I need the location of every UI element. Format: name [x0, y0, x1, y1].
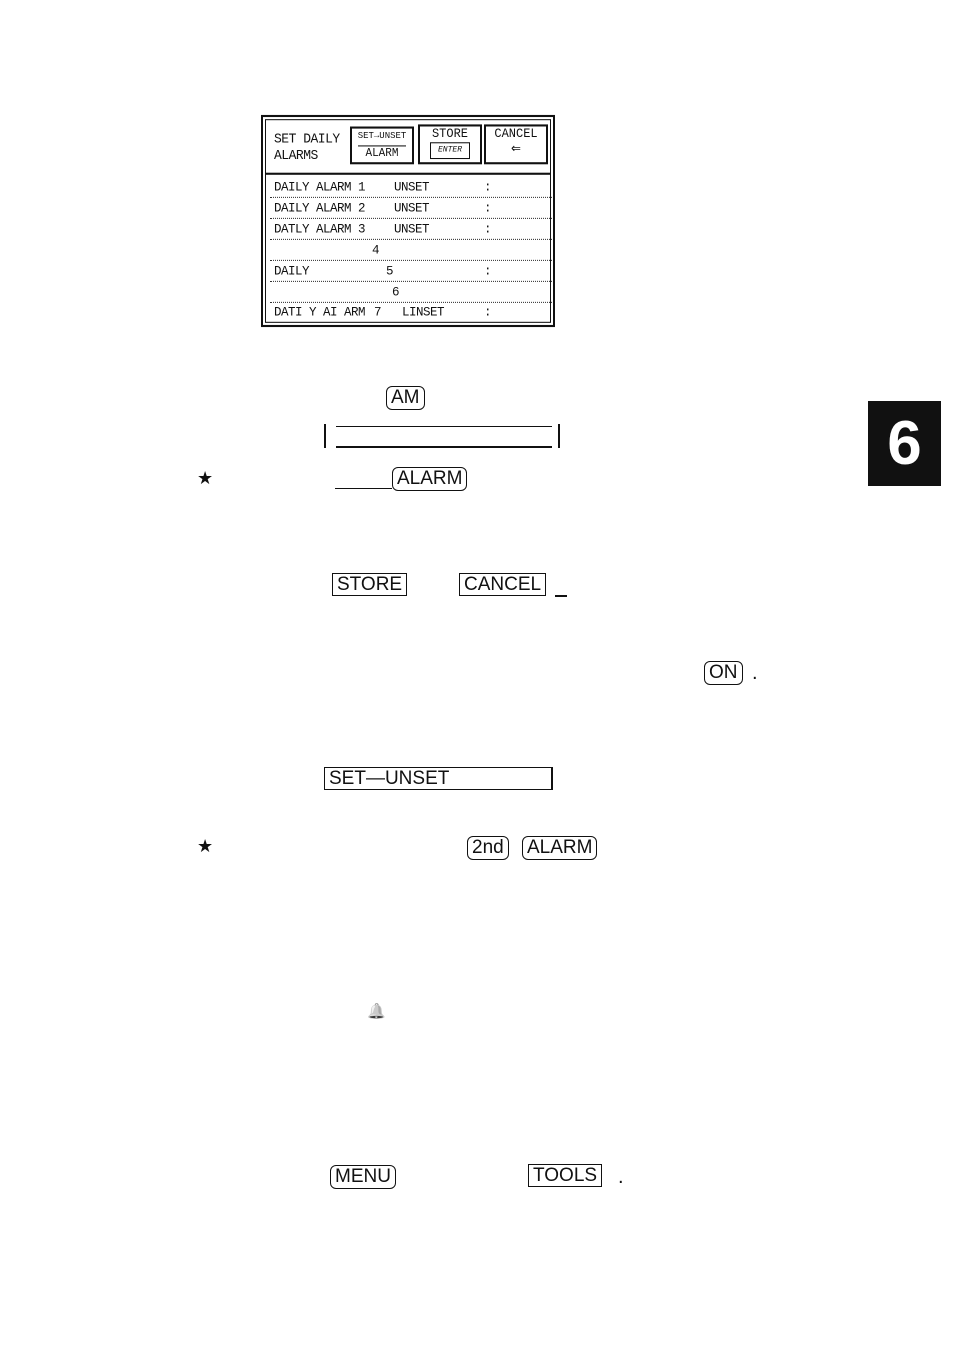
on-key: ON — [704, 661, 743, 685]
alarm-label: ALARM — [358, 145, 406, 161]
row-name: DATLY ALARM 3 — [274, 222, 366, 237]
set-unset-label: SET→UNSET — [357, 130, 407, 142]
title-line2: ALARMS — [274, 147, 318, 164]
alarm-row-3[interactable]: DATLY ALARM 3 UNSET: — [270, 220, 552, 240]
row-num: 4 — [372, 243, 380, 258]
row-time: : — [484, 180, 492, 195]
cancel-touch-key[interactable]: CANCEL ⇐ — [484, 124, 548, 165]
store-touch-key[interactable]: STORE ENTER — [418, 124, 482, 165]
blank-box — [324, 424, 560, 448]
alarm-row-1[interactable]: DAILY ALARM 1 UNSET: — [270, 178, 552, 198]
menu-key: MENU — [330, 1165, 396, 1189]
second-key: 2nd — [467, 836, 509, 860]
manual-page: SET DAILY ALARMS SET→UNSET ALARM STORE E… — [0, 0, 954, 1348]
row-name: DAILY ALARM 1 — [274, 180, 366, 195]
row-name: DATI Y AI ARM — [274, 305, 366, 320]
set-unset-box: SET—UNSET — [324, 767, 553, 790]
star-icon: ★ — [197, 836, 214, 856]
row-time: : — [484, 201, 492, 216]
set-unset-touch-key[interactable]: SET→UNSET ALARM — [350, 126, 414, 165]
row-num: 5 — [386, 264, 394, 279]
alarm-row-4[interactable]: 4 — [270, 241, 552, 261]
alarm-row-5[interactable]: DAILY 5: — [270, 262, 552, 282]
star-icon: ★ — [197, 468, 214, 488]
underline — [335, 488, 392, 489]
store-box: STORE — [332, 573, 408, 596]
am-key: AM — [386, 386, 425, 410]
store-label: STORE — [431, 126, 468, 142]
return-arrow-icon: ⇐ — [511, 139, 521, 158]
row-name: DAILY — [274, 264, 310, 279]
row-time: : — [484, 222, 492, 237]
underline — [555, 595, 567, 597]
row-status: LINSET — [402, 305, 445, 320]
row-status: UNSET — [394, 222, 430, 237]
row-num: 7 — [374, 305, 382, 320]
row-name: DAILY ALARM 2 — [274, 201, 366, 216]
alarm-row-2[interactable]: DAILY ALARM 2 UNSET: — [270, 199, 552, 219]
title-line1: SET DAILY — [274, 130, 340, 147]
row-status: UNSET — [394, 201, 430, 216]
chapter-tab: 6 — [868, 401, 941, 486]
bell-icon: 🔔 — [367, 1003, 386, 1020]
alarm-row-7[interactable]: DATI Y AI ARM 7 LINSET: — [270, 303, 552, 322]
alarm-key: ALARM — [522, 836, 598, 860]
row-status: UNSET — [394, 180, 430, 195]
row-num: 6 — [392, 285, 400, 300]
period: . — [618, 1166, 624, 1188]
row-time: : — [484, 305, 492, 320]
alarm-row-6[interactable]: 6 — [270, 283, 552, 303]
row-time: : — [484, 264, 492, 279]
tools-box: TOOLS — [528, 1164, 603, 1187]
alarm-key: ALARM — [392, 467, 468, 491]
cancel-box: CANCEL — [459, 573, 547, 596]
period: . — [752, 662, 758, 684]
screen-title: SET DAILY ALARMS — [274, 131, 340, 165]
device-screen-illustration: SET DAILY ALARMS SET→UNSET ALARM STORE E… — [261, 114, 555, 328]
enter-icon: ENTER — [430, 142, 470, 160]
